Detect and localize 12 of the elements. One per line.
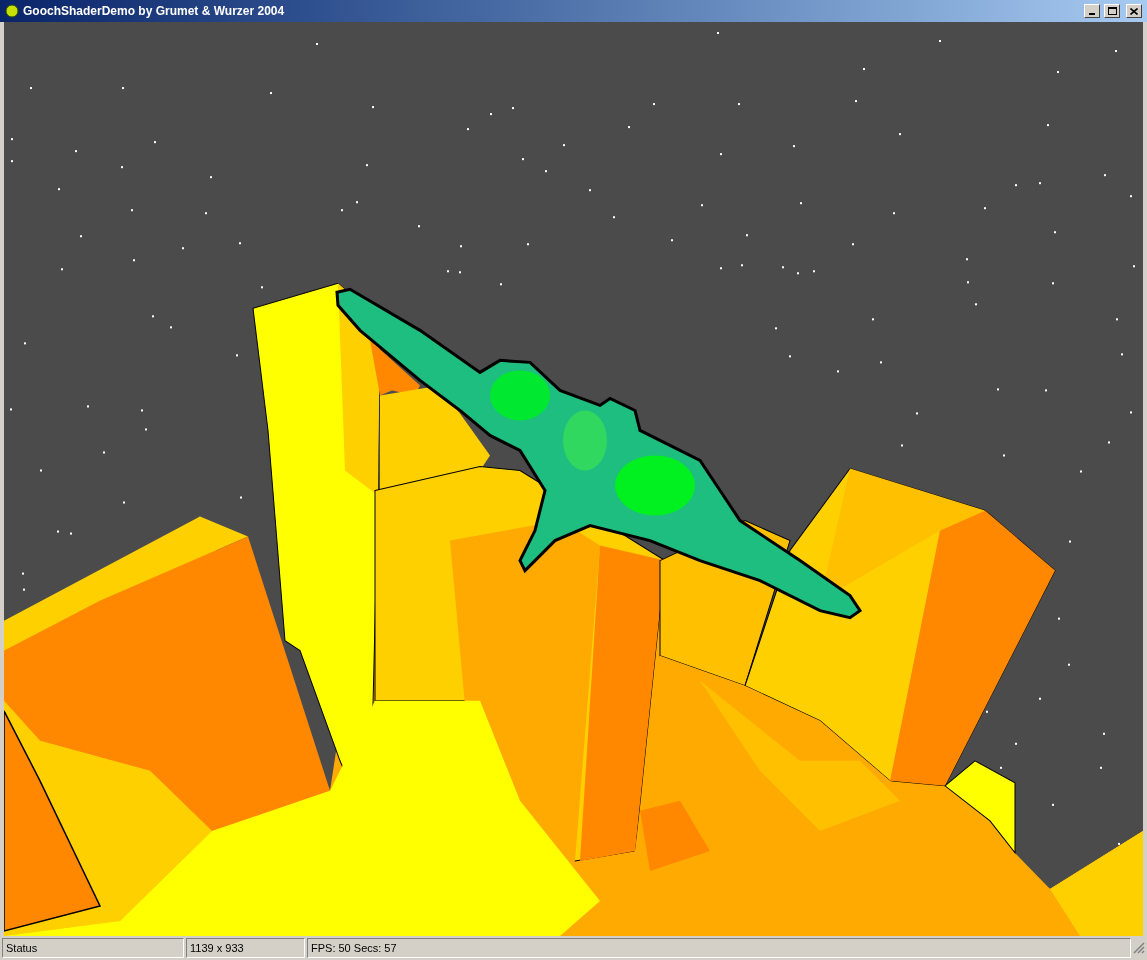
status-panel: Status bbox=[2, 938, 184, 958]
status-panel: 1139 x 933 bbox=[186, 938, 305, 958]
maximize-button[interactable] bbox=[1104, 4, 1120, 18]
maximize-icon bbox=[1107, 7, 1117, 15]
minimize-icon bbox=[1089, 13, 1095, 15]
close-icon bbox=[1130, 7, 1138, 15]
close-button[interactable] bbox=[1126, 4, 1142, 18]
app-icon bbox=[5, 4, 19, 18]
status-panel: FPS: 50 Secs: 57 bbox=[307, 938, 1131, 958]
minimize-button[interactable] bbox=[1084, 4, 1100, 18]
resize-grip-icon bbox=[1133, 942, 1145, 954]
window-title: GoochShaderDemo by Grumet & Wurzer 2004 bbox=[23, 3, 286, 20]
